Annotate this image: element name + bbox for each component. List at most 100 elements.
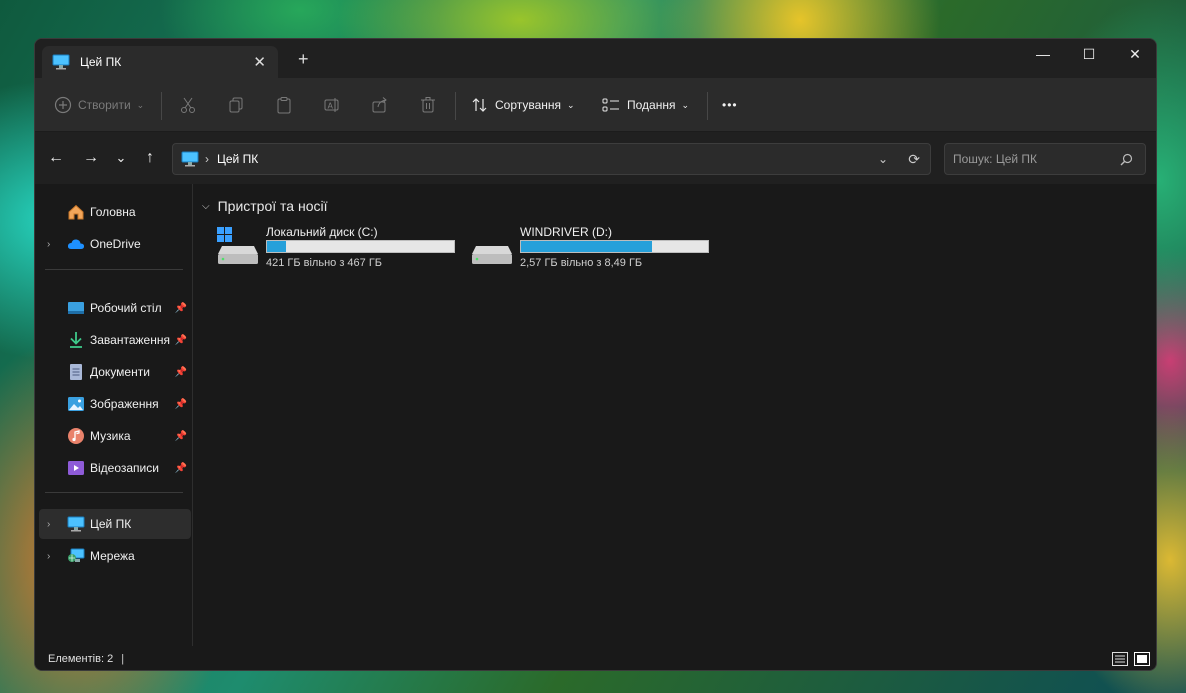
copy-icon bbox=[229, 97, 243, 113]
share-button[interactable] bbox=[371, 78, 389, 132]
view-label: Подання bbox=[627, 98, 676, 112]
computer-icon bbox=[181, 151, 199, 167]
recent-locations-button[interactable]: ⌄ bbox=[107, 144, 135, 172]
sidebar-item-documents[interactable]: Документи 📌 bbox=[39, 357, 191, 387]
drive-name: Локальний диск (C:) bbox=[266, 225, 378, 239]
pin-icon[interactable]: 📌 bbox=[175, 367, 187, 378]
video-icon bbox=[67, 459, 85, 477]
breadcrumb-chevron-icon[interactable]: › bbox=[205, 152, 209, 166]
view-button[interactable]: Подання ⌄ bbox=[601, 78, 689, 132]
drive-free-space: 421 ГБ вільно з 467 ГБ bbox=[266, 257, 383, 269]
computer-icon bbox=[52, 54, 70, 70]
chevron-right-icon[interactable]: › bbox=[47, 551, 50, 562]
up-button[interactable]: ↑ bbox=[136, 144, 164, 172]
details-view-icon bbox=[1112, 652, 1128, 666]
search-icon bbox=[1120, 153, 1133, 165]
drive-item-c[interactable]: Локальний диск (C:) 421 ГБ вільно з 467 … bbox=[212, 224, 462, 270]
pin-icon[interactable]: 📌 bbox=[175, 463, 187, 474]
paste-button[interactable] bbox=[275, 78, 293, 132]
home-icon bbox=[67, 203, 85, 221]
tab-close-button[interactable]: ✕ bbox=[253, 53, 266, 71]
sort-label: Сортування bbox=[495, 98, 562, 112]
devices-group-header[interactable]: ⌵ Пристрої та носії bbox=[202, 198, 327, 214]
title-bar: Цей ПК ✕ + — ☐ ✕ bbox=[35, 39, 1156, 78]
explorer-window: Цей ПК ✕ + — ☐ ✕ Створити ⌄ A Сортування… bbox=[34, 38, 1157, 671]
drive-free-space: 2,57 ГБ вільно з 8,49 ГБ bbox=[520, 257, 643, 269]
delete-button[interactable] bbox=[419, 78, 437, 132]
sidebar-item-desktop[interactable]: Робочий стіл 📌 bbox=[39, 293, 191, 323]
toolbar-divider bbox=[455, 92, 456, 120]
sidebar-item-downloads[interactable]: Завантаження 📌 bbox=[39, 325, 191, 355]
navigation-pane: Головна › OneDrive Робочий стіл 📌 Завант… bbox=[35, 184, 193, 646]
maximize-button[interactable]: ☐ bbox=[1066, 39, 1112, 69]
sidebar-item-music[interactable]: Музика 📌 bbox=[39, 421, 191, 451]
chevron-down-icon: ⌄ bbox=[115, 150, 127, 165]
chevron-down-icon: ⌄ bbox=[567, 99, 575, 110]
tiles-view-button[interactable] bbox=[1133, 650, 1151, 668]
image-icon bbox=[67, 395, 85, 413]
chevron-right-icon[interactable]: › bbox=[47, 239, 50, 250]
tiles-view-icon bbox=[1134, 652, 1150, 666]
arrow-left-icon: ← bbox=[48, 149, 64, 166]
close-button[interactable]: ✕ bbox=[1112, 39, 1156, 69]
drive-item-d[interactable]: WINDRIVER (D:) 2,57 ГБ вільно з 8,49 ГБ bbox=[466, 224, 716, 270]
minimize-button[interactable]: — bbox=[1020, 39, 1066, 69]
plus-circle-icon bbox=[54, 96, 72, 114]
create-label: Створити bbox=[78, 98, 131, 112]
pin-icon[interactable]: 📌 bbox=[175, 303, 187, 314]
sidebar-item-label: Відеозаписи bbox=[90, 461, 159, 475]
sort-icon bbox=[472, 98, 487, 112]
drive-usage-fill bbox=[521, 241, 652, 252]
download-icon bbox=[67, 331, 85, 349]
breadcrumb-this-pc[interactable]: Цей ПК bbox=[217, 152, 258, 166]
drive-usage-bar bbox=[520, 240, 709, 253]
sidebar-item-home[interactable]: Головна bbox=[39, 197, 191, 227]
details-view-button[interactable] bbox=[1111, 650, 1129, 668]
new-tab-button[interactable]: + bbox=[298, 49, 309, 70]
rename-button[interactable]: A bbox=[323, 78, 341, 132]
sidebar-item-label: Зображення bbox=[90, 397, 159, 411]
address-bar[interactable]: › Цей ПК ⌄ ⟳ bbox=[172, 143, 931, 175]
sidebar-item-label: Мережа bbox=[90, 549, 135, 563]
more-options-button[interactable]: ••• bbox=[722, 78, 738, 132]
address-row: ← → ⌄ ↑ › Цей ПК ⌄ ⟳ Пошук: Цей ПК bbox=[35, 132, 1156, 184]
sidebar-item-pictures[interactable]: Зображення 📌 bbox=[39, 389, 191, 419]
create-button[interactable]: Створити ⌄ bbox=[54, 78, 144, 132]
desktop-icon bbox=[67, 299, 85, 317]
sidebar-item-label: Документи bbox=[90, 365, 150, 379]
sidebar-item-label: Головна bbox=[90, 205, 136, 219]
sidebar-divider bbox=[45, 269, 183, 270]
pin-icon[interactable]: 📌 bbox=[175, 335, 187, 346]
search-input[interactable]: Пошук: Цей ПК bbox=[944, 143, 1146, 175]
scissors-icon bbox=[181, 97, 195, 113]
chevron-right-icon[interactable]: › bbox=[47, 519, 50, 530]
sort-button[interactable]: Сортування ⌄ bbox=[471, 78, 575, 132]
sidebar-item-videos[interactable]: Відеозаписи 📌 bbox=[39, 453, 191, 483]
pin-icon[interactable]: 📌 bbox=[175, 431, 187, 442]
toolbar-divider bbox=[161, 92, 162, 120]
tab-this-pc[interactable]: Цей ПК ✕ bbox=[42, 46, 278, 78]
cloud-icon bbox=[67, 235, 85, 253]
address-history-button[interactable]: ⌄ bbox=[878, 152, 888, 166]
sidebar-item-onedrive[interactable]: › OneDrive bbox=[39, 229, 191, 259]
group-title: Пристрої та носії bbox=[217, 198, 328, 214]
trash-icon bbox=[421, 97, 435, 113]
network-icon bbox=[67, 547, 85, 565]
forward-button[interactable]: → bbox=[77, 144, 105, 172]
svg-text:A: A bbox=[328, 102, 334, 111]
back-button[interactable]: ← bbox=[42, 144, 70, 172]
document-icon bbox=[67, 363, 85, 381]
drive-usage-bar bbox=[266, 240, 455, 253]
chevron-down-icon[interactable]: ⌵ bbox=[202, 201, 210, 212]
refresh-button[interactable]: ⟳ bbox=[908, 151, 920, 168]
share-icon bbox=[372, 97, 387, 113]
copy-button[interactable] bbox=[227, 78, 245, 132]
pin-icon[interactable]: 📌 bbox=[175, 399, 187, 410]
sidebar-item-this-pc[interactable]: › Цей ПК bbox=[39, 509, 191, 539]
sidebar-item-network[interactable]: › Мережа bbox=[39, 541, 191, 571]
sidebar-item-label: Робочий стіл bbox=[90, 301, 162, 315]
clipboard-icon bbox=[277, 97, 291, 114]
sidebar-divider bbox=[45, 492, 183, 493]
cut-button[interactable] bbox=[179, 78, 197, 132]
sidebar-item-label: OneDrive bbox=[90, 237, 141, 251]
